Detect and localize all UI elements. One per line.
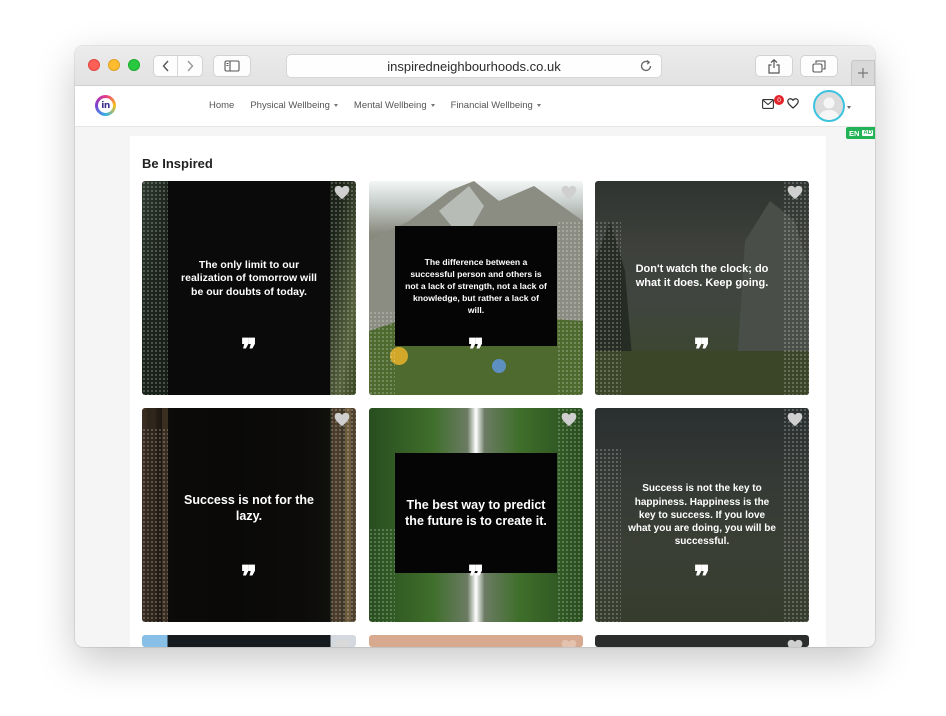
quote-mark-icon: ❞ — [240, 560, 258, 595]
browser-toolbar: inspiredneighbourhoods.co.uk — [75, 46, 875, 86]
new-tab-button[interactable] — [851, 60, 875, 86]
favorite-heart-icon[interactable] — [334, 639, 350, 647]
chevron-right-icon — [187, 60, 194, 72]
sidebar-icon — [224, 60, 240, 72]
forward-button[interactable] — [178, 56, 202, 76]
share-icon — [768, 58, 780, 74]
tabs-icon — [812, 59, 826, 73]
dot-pattern — [595, 448, 621, 622]
dot-pattern — [557, 221, 583, 395]
nav-physical-wellbeing[interactable]: Physical Wellbeing — [250, 100, 338, 111]
quote-text: Don't watch the clock; do what it does. … — [635, 263, 769, 289]
dot-pattern — [330, 408, 356, 622]
zoom-window-button[interactable] — [128, 59, 140, 71]
chevron-left-icon — [162, 60, 169, 72]
quote-text: The difference between a successful pers… — [395, 226, 557, 346]
nav-physical-wellbeing-label: Physical Wellbeing — [250, 100, 330, 111]
quote-card[interactable]: The difference between a successful pers… — [369, 181, 583, 395]
nav-mental-wellbeing[interactable]: Mental Wellbeing — [354, 100, 435, 111]
favorite-heart-icon[interactable] — [334, 412, 350, 427]
quote-mark-icon: ❞ — [693, 560, 711, 595]
account-menu-caret-icon[interactable] — [847, 106, 851, 109]
quote-text: The best way to predict the future is to… — [395, 453, 557, 573]
quote-card[interactable]: Don't watch the clock; do what it does. … — [595, 181, 809, 395]
nav-home[interactable]: Home — [209, 100, 234, 111]
nav-financial-wellbeing[interactable]: Financial Wellbeing — [451, 100, 541, 111]
reload-icon[interactable] — [639, 59, 653, 73]
main-content: Be Inspired The only limit to our realiz… — [130, 136, 826, 647]
site-logo[interactable]: in — [95, 95, 116, 116]
quote-card[interactable] — [595, 635, 809, 647]
dot-pattern — [557, 408, 583, 622]
quote-mark-icon: ❞ — [240, 333, 258, 368]
notification-badge: 0 — [774, 95, 784, 105]
favorite-heart-icon[interactable] — [561, 412, 577, 427]
plus-icon — [858, 68, 868, 78]
dot-pattern — [369, 311, 395, 395]
user-avatar[interactable] — [813, 90, 845, 122]
dot-pattern — [142, 428, 168, 622]
tab-overview-button[interactable] — [800, 55, 838, 77]
history-nav — [153, 55, 203, 77]
nav-home-label: Home — [209, 100, 235, 111]
dot-pattern — [783, 408, 809, 622]
address-bar[interactable]: inspiredneighbourhoods.co.uk — [286, 54, 662, 78]
quote-mark-icon: ❞ — [467, 560, 485, 595]
language-badge: AD — [862, 130, 874, 136]
quote-mark-icon: ❞ — [467, 333, 485, 368]
logo-text: in — [98, 98, 113, 113]
caret-down-icon — [430, 104, 435, 107]
favorite-heart-icon[interactable] — [787, 185, 803, 200]
quote-text: Success is not the key to happiness. Hap… — [628, 483, 776, 548]
url-text: inspiredneighbourhoods.co.uk — [387, 58, 561, 74]
nav-financial-wellbeing-label: Financial Wellbeing — [450, 100, 533, 111]
user-silhouette-icon — [818, 97, 840, 120]
dot-pattern — [142, 181, 168, 395]
caret-down-icon — [536, 104, 541, 107]
mail-icon[interactable] — [762, 99, 774, 109]
dot-pattern — [369, 528, 395, 622]
favorite-heart-icon[interactable] — [787, 639, 803, 647]
quote-card[interactable]: Success is not for the lazy. ❞ — [142, 408, 356, 622]
language-selector[interactable]: EN AD — [846, 127, 875, 139]
quote-card[interactable]: Success is not the key to happiness. Hap… — [595, 408, 809, 622]
dot-pattern — [595, 221, 621, 395]
minimize-window-button[interactable] — [108, 59, 120, 71]
sidebar-toggle-button[interactable] — [213, 55, 251, 77]
quote-mark-icon: ❞ — [693, 333, 711, 368]
caret-down-icon — [333, 104, 338, 107]
nav-mental-wellbeing-label: Mental Wellbeing — [353, 100, 427, 111]
browser-window: inspiredneighbourhoods.co.uk in Home Phy… — [75, 46, 875, 647]
main-nav: Home Physical Wellbeing Mental Wellbeing… — [209, 100, 557, 111]
dot-pattern — [783, 181, 809, 395]
site-header: in Home Physical Wellbeing Mental Wellbe… — [75, 86, 875, 139]
heart-icon[interactable] — [787, 98, 799, 109]
language-code: EN — [849, 128, 860, 138]
favorite-heart-icon[interactable] — [787, 412, 803, 427]
close-window-button[interactable] — [88, 59, 100, 71]
quote-card[interactable]: The best way to predict the future is to… — [369, 408, 583, 622]
back-button[interactable] — [154, 56, 179, 76]
dot-pattern — [330, 181, 356, 395]
quote-card[interactable] — [142, 635, 356, 647]
section-title: Be Inspired — [142, 156, 213, 171]
share-button[interactable] — [755, 55, 793, 77]
favorite-heart-icon[interactable] — [334, 185, 350, 200]
quote-card[interactable]: The only limit to our realization of tom… — [142, 181, 356, 395]
favorite-heart-icon[interactable] — [561, 185, 577, 200]
quote-card[interactable] — [369, 635, 583, 647]
favorite-heart-icon[interactable] — [561, 639, 577, 647]
